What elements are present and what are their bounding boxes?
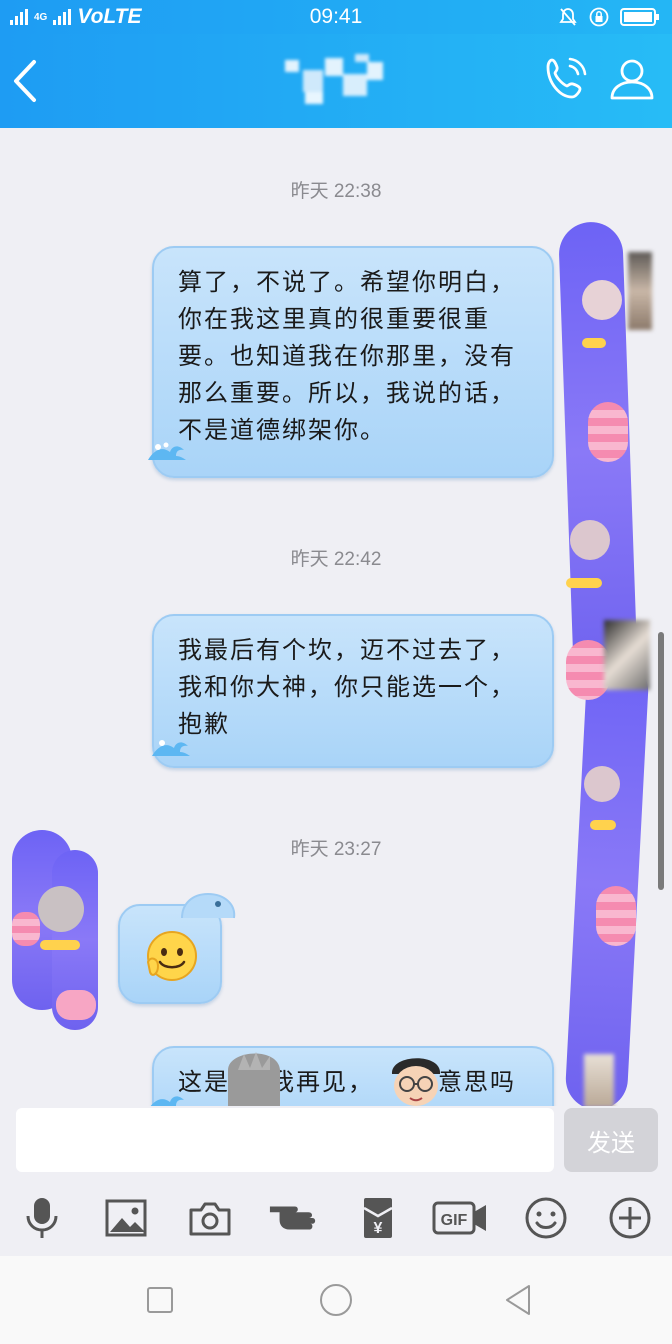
contact-avatar-pixelated	[628, 252, 652, 330]
status-icons	[558, 6, 660, 28]
image-icon	[105, 1199, 147, 1237]
system-navigation-bar	[0, 1256, 672, 1344]
planet-decoration	[582, 280, 622, 320]
wave-decoration	[152, 740, 190, 756]
camera-icon	[189, 1202, 231, 1236]
phone-icon	[546, 57, 587, 99]
outgoing-message-bubble[interactable]: 算了，不说了。希望你明白，你在我这里真的很重要很重要。也知道我在你那里，没有那么…	[152, 246, 554, 478]
scrollbar[interactable]	[658, 632, 664, 890]
planet-decoration	[584, 766, 620, 802]
camera-button[interactable]	[184, 1192, 236, 1244]
message-timestamp: 昨天 23:27	[290, 839, 382, 860]
microphone-icon	[26, 1198, 58, 1238]
emoji-icon	[525, 1197, 567, 1239]
message-text: 我最后有个坎，迈不过去了，我和你大神，你只能选一个，抱歉	[178, 636, 516, 738]
plus-icon	[609, 1197, 651, 1239]
profile-button[interactable]	[606, 54, 658, 106]
planet-decoration	[596, 886, 636, 946]
avatar-frame-decoration	[564, 658, 650, 1112]
hippo-bubble-decoration	[181, 892, 236, 919]
contact-name-pixelated	[285, 54, 405, 106]
emoji-button[interactable]	[520, 1192, 572, 1244]
message-timestamp: 昨天 22:38	[290, 181, 382, 202]
message-timestamp: 昨天 22:42	[290, 549, 382, 570]
message-text: 算了，不说了。希望你明白，你在我这里真的很重要很重要。也知道我在你那里，没有那么…	[178, 268, 516, 444]
outgoing-message-bubble[interactable]: 我最后有个坎，迈不过去了，我和你大神，你只能选一个，抱歉	[152, 614, 554, 768]
send-button[interactable]: 发送	[564, 1108, 658, 1172]
nav-bar	[0, 34, 672, 128]
poke-button[interactable]	[268, 1192, 320, 1244]
back-nav-button[interactable]	[498, 1280, 538, 1320]
triangle-back-icon	[506, 1285, 530, 1315]
red-packet-button[interactable]: ¥	[352, 1192, 404, 1244]
battery-icon	[620, 8, 659, 26]
user-icon	[610, 59, 654, 100]
mute-bell-icon	[559, 8, 577, 26]
input-row: 发送	[0, 1106, 672, 1178]
voice-call-button[interactable]	[540, 54, 592, 106]
smiling-emoji-icon	[146, 931, 197, 981]
planet-decoration	[588, 402, 628, 462]
message-text-part: 意思吗	[438, 1068, 516, 1096]
message-input[interactable]	[16, 1108, 554, 1172]
cartoon-character-sticker	[228, 1052, 280, 1110]
more-button[interactable]	[604, 1192, 656, 1244]
chevron-left-icon	[14, 60, 36, 102]
input-toolbar: ¥ GIF	[0, 1180, 672, 1256]
square-icon	[147, 1287, 173, 1313]
svg-text:¥: ¥	[374, 1220, 383, 1237]
svg-text:GIF: GIF	[441, 1212, 468, 1229]
red-packet-icon: ¥	[363, 1198, 393, 1238]
gif-icon: GIF	[432, 1201, 486, 1235]
rotation-lock-icon	[589, 7, 609, 27]
incoming-sticker-bubble[interactable]	[118, 892, 236, 1004]
cloud-decoration	[566, 578, 602, 588]
contact-avatar-pixelated	[584, 1054, 614, 1108]
planet-decoration	[56, 990, 96, 1020]
home-button[interactable]	[316, 1280, 356, 1320]
cloud-decoration	[40, 940, 80, 950]
recent-apps-button[interactable]	[140, 1280, 180, 1320]
planet-decoration	[12, 912, 40, 946]
back-button[interactable]	[8, 56, 48, 106]
cloud-decoration	[590, 820, 616, 830]
cloud-decoration	[582, 338, 606, 348]
gif-button[interactable]: GIF	[430, 1192, 490, 1244]
planet-decoration	[38, 886, 84, 932]
image-button[interactable]	[100, 1192, 152, 1244]
voice-button[interactable]	[16, 1192, 68, 1244]
cartoon-boy-sticker	[391, 1058, 441, 1106]
contact-avatar-pixelated	[604, 620, 650, 690]
status-bar: 4G VoLTE 09:41	[0, 0, 672, 34]
circle-icon	[320, 1284, 352, 1316]
wave-decoration	[148, 442, 186, 460]
poke-icon	[269, 1206, 316, 1230]
